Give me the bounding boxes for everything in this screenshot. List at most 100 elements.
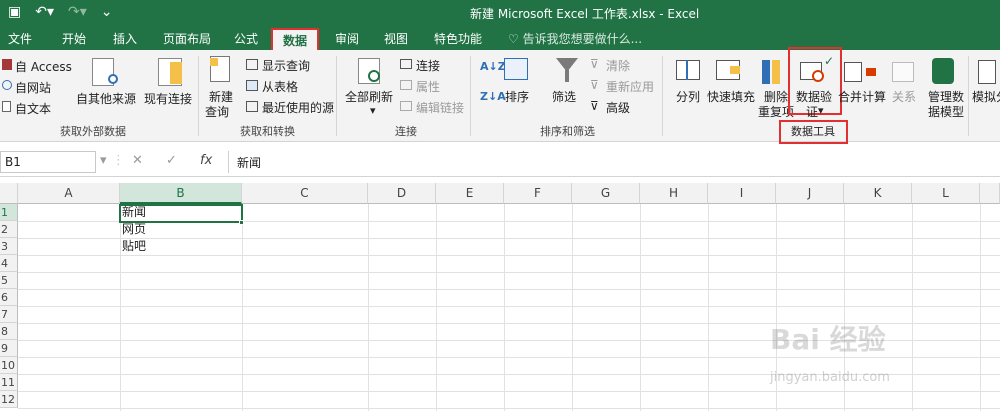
save-icon[interactable]: ▣ bbox=[8, 4, 21, 20]
row-header-9[interactable]: 9 bbox=[0, 340, 18, 357]
flash-fill-button[interactable]: 快速填充 bbox=[707, 88, 755, 105]
column-header-e[interactable]: E bbox=[436, 183, 504, 204]
tab-data[interactable]: 数据 bbox=[271, 28, 320, 52]
group-label-get-transform: 获取和转换 bbox=[240, 125, 295, 138]
connections-button[interactable]: 连接 bbox=[416, 57, 440, 74]
consolidate-arrow-icon bbox=[866, 68, 876, 76]
row-header-12[interactable]: 12 bbox=[0, 391, 18, 408]
gridline bbox=[708, 204, 709, 411]
from-text-button[interactable]: 自文本 bbox=[15, 100, 51, 117]
column-header-i[interactable]: I bbox=[708, 183, 776, 204]
group-separator bbox=[968, 56, 969, 136]
gridline bbox=[242, 204, 243, 411]
row-header-7[interactable]: 7 bbox=[0, 306, 18, 323]
tab-home[interactable]: 开始 bbox=[62, 30, 86, 47]
ribbon-tabs: 文件 开始 插入 页面布局 公式 数据 审阅 视图 特色功能 ♡ 告诉我您想要做… bbox=[0, 26, 1000, 52]
column-header-m[interactable] bbox=[980, 183, 1000, 204]
data-validation-dropdown-icon[interactable]: ▾ bbox=[818, 104, 824, 117]
quick-access-toolbar: ▣ ↶▾ ↷▾ ⌄ bbox=[8, 4, 113, 20]
customize-qat-icon[interactable]: ⌄ bbox=[101, 4, 113, 20]
column-header-a[interactable]: A bbox=[18, 183, 120, 204]
what-if-button[interactable]: 模拟分 bbox=[972, 88, 1000, 105]
active-cell-border bbox=[119, 204, 243, 223]
gridline bbox=[18, 289, 1000, 290]
properties-button[interactable]: 属性 bbox=[416, 78, 440, 95]
tab-file[interactable]: 文件 bbox=[8, 30, 32, 47]
formula-input[interactable]: 新闻 bbox=[228, 151, 998, 173]
insert-function-button[interactable]: fx bbox=[200, 153, 212, 168]
name-box[interactable]: B1 bbox=[0, 151, 96, 173]
remove-duplicates-col-icon bbox=[772, 60, 780, 84]
from-access-button[interactable]: 自 Access bbox=[15, 58, 72, 75]
sort-button[interactable]: 排序 bbox=[505, 88, 529, 105]
select-all-corner[interactable] bbox=[0, 183, 18, 204]
text-file-icon bbox=[2, 101, 11, 112]
row-header-10[interactable]: 10 bbox=[0, 357, 18, 374]
cancel-icon[interactable]: ✕ bbox=[132, 153, 143, 168]
tab-page-layout[interactable]: 页面布局 bbox=[163, 30, 211, 47]
column-header-d[interactable]: D bbox=[368, 183, 436, 204]
text-to-columns-button[interactable]: 分列 bbox=[676, 88, 700, 105]
existing-connections-button[interactable]: 现有连接 bbox=[144, 90, 192, 107]
formula-bar: B1 ▾ ⋮ ✕ ✓ fx 新闻 bbox=[0, 147, 1000, 177]
clear-filter-button[interactable]: 清除 bbox=[606, 57, 630, 74]
tell-me-text: 告诉我您想要做什么... bbox=[522, 32, 643, 46]
group-label-sort-filter: 排序和筛选 bbox=[540, 125, 595, 138]
tab-features[interactable]: 特色功能 bbox=[434, 30, 482, 47]
from-other-sources-button[interactable]: 自其他来源 bbox=[76, 90, 136, 107]
recent-sources-button[interactable]: 最近使用的源 bbox=[262, 99, 334, 116]
row-header-5[interactable]: 5 bbox=[0, 272, 18, 289]
row-header-11[interactable]: 11 bbox=[0, 374, 18, 391]
from-web-button[interactable]: 自网站 bbox=[15, 79, 51, 96]
column-header-c[interactable]: C bbox=[242, 183, 368, 204]
column-header-b[interactable]: B bbox=[120, 183, 242, 204]
tab-view[interactable]: 视图 bbox=[384, 30, 408, 47]
filter-button[interactable]: 筛选 bbox=[552, 88, 576, 105]
from-table-button[interactable]: 从表格 bbox=[262, 78, 298, 95]
gridline bbox=[18, 238, 1000, 239]
tab-review[interactable]: 审阅 bbox=[335, 30, 359, 47]
redo-icon[interactable]: ↷▾ bbox=[68, 4, 87, 20]
new-query-badge-icon bbox=[210, 58, 218, 66]
consolidate-button[interactable]: 合并计算 bbox=[838, 88, 886, 105]
row-header-8[interactable]: 8 bbox=[0, 323, 18, 340]
row-header-4[interactable]: 4 bbox=[0, 255, 18, 272]
refresh-dropdown-icon[interactable]: ▾ bbox=[370, 104, 376, 117]
fill-handle[interactable] bbox=[239, 220, 244, 225]
group-separator bbox=[470, 56, 471, 136]
column-header-k[interactable]: K bbox=[844, 183, 912, 204]
gridline bbox=[368, 204, 369, 411]
row-header-6[interactable]: 6 bbox=[0, 289, 18, 306]
gridline bbox=[980, 204, 981, 411]
column-header-l[interactable]: L bbox=[912, 183, 980, 204]
column-header-f[interactable]: F bbox=[504, 183, 572, 204]
edit-links-button[interactable]: 编辑链接 bbox=[416, 99, 464, 116]
tell-me-box[interactable]: ♡ 告诉我您想要做什么... bbox=[508, 30, 642, 47]
relationships-icon bbox=[892, 62, 914, 82]
show-queries-button[interactable]: 显示查询 bbox=[262, 57, 310, 74]
column-header-j[interactable]: J bbox=[776, 183, 844, 204]
gridline bbox=[436, 204, 437, 411]
group-label-connections: 连接 bbox=[395, 125, 417, 138]
name-box-dropdown-icon[interactable]: ▾ bbox=[100, 153, 107, 168]
manage-data-model-icon bbox=[932, 58, 954, 84]
column-header-h[interactable]: H bbox=[640, 183, 708, 204]
tab-formulas[interactable]: 公式 bbox=[234, 30, 258, 47]
row-header-3[interactable]: 3 bbox=[0, 238, 18, 255]
tab-insert[interactable]: 插入 bbox=[113, 30, 137, 47]
cell-b2[interactable]: 网页 bbox=[121, 221, 146, 238]
refresh-all-button[interactable]: 全部刷新 bbox=[345, 88, 393, 105]
remove-duplicates-icon bbox=[762, 60, 770, 84]
reapply-button[interactable]: 重新应用 bbox=[606, 78, 654, 95]
undo-icon[interactable]: ↶▾ bbox=[35, 4, 54, 20]
column-header-g[interactable]: G bbox=[572, 183, 640, 204]
row-header-1[interactable]: 1 bbox=[0, 204, 18, 221]
sort-az-icon[interactable]: A↓Z bbox=[480, 60, 506, 73]
sort-za-icon[interactable]: Z↓A bbox=[480, 90, 506, 103]
cell-b3[interactable]: 贴吧 bbox=[121, 238, 146, 255]
group-separator bbox=[336, 56, 337, 136]
row-header-2[interactable]: 2 bbox=[0, 221, 18, 238]
enter-icon[interactable]: ✓ bbox=[166, 153, 177, 168]
relationships-button[interactable]: 关系 bbox=[892, 88, 916, 105]
advanced-filter-button[interactable]: 高级 bbox=[606, 99, 630, 116]
